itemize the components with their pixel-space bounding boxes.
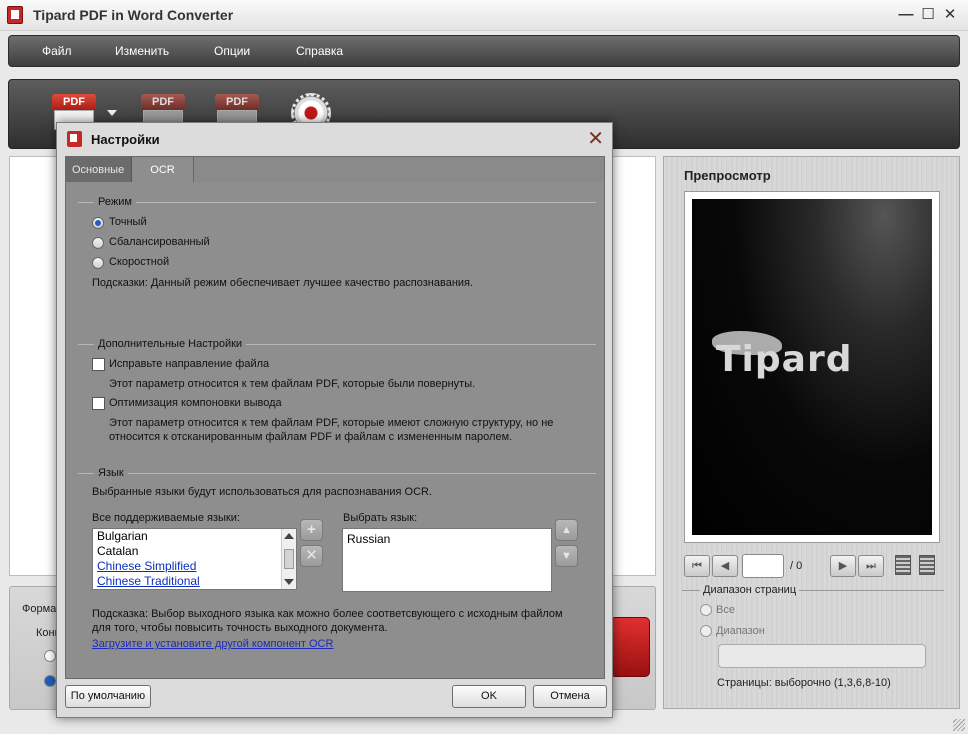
language-hint-1: Подсказка: Выбор выходного языка как мож… xyxy=(92,608,563,620)
resize-grip[interactable] xyxy=(953,719,965,731)
menu-bar: Файл Изменить Опции Справка xyxy=(8,35,960,67)
chevron-down-icon[interactable] xyxy=(107,110,117,116)
dialog-tabs: Основные OCR xyxy=(65,156,605,184)
preview-title: Препросмотр xyxy=(684,168,771,183)
fix-direction-label: Исправьте направление файла xyxy=(109,358,270,370)
app-pdf-icon xyxy=(7,6,23,24)
next-page-button[interactable]: ▶ xyxy=(830,555,856,577)
dialog-app-icon xyxy=(67,131,82,147)
language-list-item[interactable]: Chinese Simplified xyxy=(93,559,296,574)
optimize-layout-label: Оптимизация компоновки вывода xyxy=(109,397,282,409)
page-number-input[interactable] xyxy=(742,554,784,578)
export-page-icon[interactable] xyxy=(919,555,935,575)
mode-title: Режим xyxy=(94,196,136,208)
pages-hint: Страницы: выборочно (1,3,6,8-10) xyxy=(717,677,891,689)
selected-language-item[interactable]: Russian xyxy=(343,532,551,547)
selected-language-label: Выбрать язык: xyxy=(343,512,418,524)
all-languages-label: Все поддерживаемые языки: xyxy=(92,512,240,524)
mode-balanced-radio[interactable] xyxy=(92,237,104,249)
language-divider xyxy=(78,473,596,474)
mode-balanced-label: Сбалансированный xyxy=(109,236,210,248)
menu-edit[interactable]: Изменить xyxy=(115,44,169,58)
scroll-thumb[interactable] xyxy=(284,549,294,569)
mode-accurate-radio[interactable] xyxy=(92,217,104,229)
language-title: Язык xyxy=(94,467,128,479)
dialog-title: Настройки xyxy=(91,132,160,147)
mode-hint: Подсказки: Данный режим обеспечивает луч… xyxy=(92,277,474,289)
all-languages-list[interactable]: Bulgarian Catalan Chinese Simplified Chines… xyxy=(92,528,297,590)
optimize-layout-desc-2: относится к отсканированным файлам PDF и… xyxy=(109,431,513,443)
document-icon[interactable] xyxy=(895,555,911,575)
menu-options[interactable]: Опции xyxy=(214,44,250,58)
preview-screen: Tipard xyxy=(692,199,932,535)
preview-logo: Tipard xyxy=(716,339,853,380)
page-total: / 0 xyxy=(790,560,803,572)
cancel-button[interactable]: Отмена xyxy=(533,685,607,708)
tab-basic[interactable]: Основные xyxy=(66,157,132,183)
scroll-up-icon[interactable] xyxy=(284,533,294,539)
download-ocr-link[interactable]: Загрузите и установите другой компонент … xyxy=(92,638,333,650)
app-title: Tipard PDF in Word Converter xyxy=(33,7,234,23)
dialog-close-icon[interactable]: ✕ xyxy=(587,126,604,151)
language-list-scrollbar[interactable] xyxy=(281,529,296,589)
move-up-button[interactable]: ▲ xyxy=(555,519,578,541)
settings-dialog: Настройки ✕ Основные OCR Режим Точный Сб… xyxy=(56,122,613,718)
language-list-item[interactable]: Bulgarian xyxy=(93,529,296,544)
language-list-item[interactable]: Chinese Traditional xyxy=(93,574,296,589)
move-down-button[interactable]: ▼ xyxy=(555,545,578,567)
range-all-label: Все xyxy=(716,604,735,616)
ok-button[interactable]: OK xyxy=(452,685,526,708)
page-range-title: Диапазон страниц xyxy=(700,584,800,596)
first-page-button[interactable]: ⏮ xyxy=(684,555,710,577)
last-page-button[interactable]: ⏭ xyxy=(858,555,884,577)
pdf-tag: PDF xyxy=(52,94,96,110)
remove-language-button[interactable]: ✕ xyxy=(300,545,323,567)
fix-direction-checkbox[interactable] xyxy=(92,358,105,371)
close-button[interactable]: ✕ xyxy=(939,5,961,25)
add-language-button[interactable]: + xyxy=(300,519,323,541)
minimize-button[interactable]: — xyxy=(895,5,917,25)
fix-direction-desc: Этот параметр относится к тем файлам PDF… xyxy=(109,378,476,390)
convert-button[interactable] xyxy=(610,617,650,677)
language-list-item[interactable]: Catalan xyxy=(93,544,296,559)
range-custom-radio[interactable] xyxy=(700,625,712,637)
mode-divider xyxy=(78,202,596,203)
output-radio-1[interactable] xyxy=(44,650,56,662)
selected-languages-list[interactable]: Russian xyxy=(342,528,552,592)
optimize-layout-desc-1: Этот параметр относится к тем файлам PDF… xyxy=(109,417,554,429)
prev-page-button[interactable]: ◀ xyxy=(712,555,738,577)
scroll-down-icon[interactable] xyxy=(284,579,294,585)
optimize-layout-checkbox[interactable] xyxy=(92,397,105,410)
output-radio-2[interactable] xyxy=(44,675,56,687)
ocr-tab-content: Режим Точный Сбалансированный Скоростной… xyxy=(65,182,605,679)
mode-fast-radio[interactable] xyxy=(92,257,104,269)
default-button[interactable]: По умолчанию xyxy=(65,685,151,708)
title-bar: Tipard PDF in Word Converter — ☐ ✕ xyxy=(0,0,968,31)
pdf-tag: PDF xyxy=(141,94,185,110)
tab-ocr[interactable]: OCR xyxy=(132,157,194,184)
menu-help[interactable]: Справка xyxy=(296,44,343,58)
maximize-button[interactable]: ☐ xyxy=(917,5,939,25)
language-description: Выбранные языки будут использоваться для… xyxy=(92,486,433,498)
preview-panel: Препросмотр Tipard ⏮ ◀ / 0 ▶ ⏭ Диапазон … xyxy=(663,156,960,709)
range-custom-label: Диапазон xyxy=(716,625,765,637)
language-hint-2: для того, чтобы повысить точность выходн… xyxy=(92,622,388,634)
page-range-input[interactable] xyxy=(718,644,926,668)
advanced-title: Дополнительные Настройки xyxy=(94,338,247,350)
pdf-tag: PDF xyxy=(215,94,259,110)
preview-frame: Tipard xyxy=(684,191,940,543)
mode-fast-label: Скоростной xyxy=(109,256,170,268)
range-all-radio[interactable] xyxy=(700,604,712,616)
mode-accurate-label: Точный xyxy=(109,216,147,228)
menu-file[interactable]: Файл xyxy=(42,44,72,58)
